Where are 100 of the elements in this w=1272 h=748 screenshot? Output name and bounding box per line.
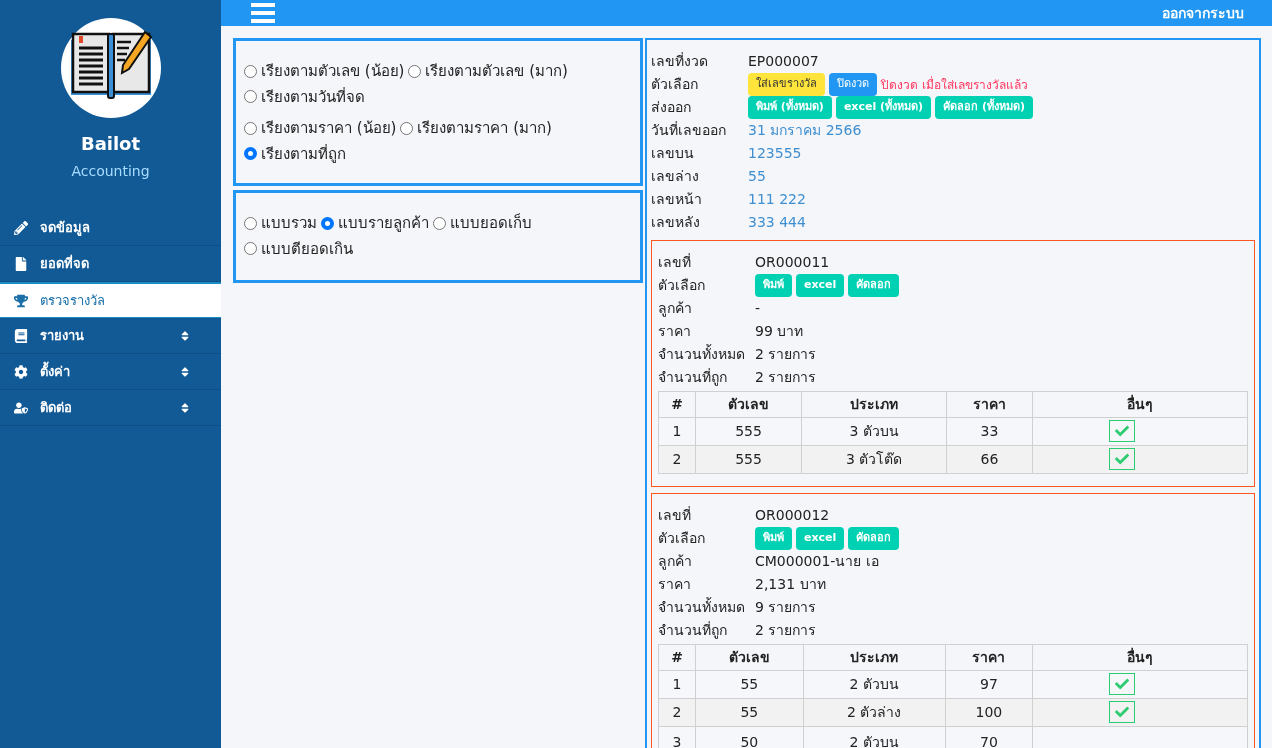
- user-icon: [14, 400, 28, 415]
- radio-button[interactable]: [400, 121, 414, 135]
- prize-value: 31 มกราคม 2566: [748, 121, 862, 140]
- check-icon: [1109, 447, 1135, 470]
- table-cell: 97: [945, 670, 1033, 699]
- field-label: ลูกค้า: [658, 299, 693, 319]
- pencil-icon: [14, 220, 28, 235]
- column-header: ประเภท: [803, 644, 946, 671]
- radio-button[interactable]: [244, 64, 257, 78]
- radio-label[interactable]: แบบรายลูกค้า: [338, 211, 429, 235]
- field-label: ตัวเลือก: [658, 529, 706, 548]
- field-value: OR000011: [755, 253, 830, 272]
- field-label: ราคา: [658, 575, 692, 594]
- field-value: -: [755, 299, 761, 318]
- field-label: ตัวเลือก: [651, 75, 699, 94]
- field-value: 2 รายการ: [755, 368, 817, 387]
- sort-icon: [179, 401, 191, 414]
- field-label: จำนวนทั้งหมด: [658, 344, 746, 364]
- check-icon: [1109, 700, 1135, 723]
- table-cell: 1: [658, 417, 696, 446]
- field-label: ลูกค้า: [658, 552, 693, 572]
- period-note: ปิดงวด เมื่อใส่เลขรางวัลแล้ว: [881, 75, 1028, 94]
- prize-value: 333 444: [748, 213, 806, 232]
- radio-label[interactable]: เรียงตามตัวเลข (มาก): [425, 59, 568, 83]
- field-label: วันที่เลขออก: [651, 120, 727, 140]
- radio-label[interactable]: เรียงตามที่ถูก: [261, 141, 346, 166]
- field-value: 2 รายการ: [755, 621, 817, 640]
- column-header: ราคา: [945, 644, 1033, 671]
- column-header: อื่นๆ: [1032, 391, 1248, 418]
- column-header: #: [658, 391, 696, 418]
- field-label: จำนวนทั้งหมด: [658, 597, 746, 617]
- brand-name: Bailot: [80, 132, 141, 156]
- table-cell: 100: [945, 698, 1033, 727]
- table-cell: 55: [695, 670, 804, 699]
- field-value: OR000012: [755, 506, 830, 525]
- field-value: 2,131 บาท: [755, 575, 826, 594]
- book-icon: [14, 328, 28, 343]
- table-cell: 2: [658, 445, 696, 474]
- table-cell: 66: [946, 445, 1033, 474]
- sidebar-item[interactable]: ตรวจรางวัล: [0, 282, 221, 318]
- radio-label[interactable]: เรียงตามราคา (น้อย): [261, 116, 397, 140]
- radio-label[interactable]: เรียงตามราคา (มาก): [417, 116, 552, 140]
- radio-button[interactable]: [244, 147, 257, 160]
- radio-label[interactable]: แบบรวม: [261, 211, 317, 235]
- field-label: เลขที่งวด: [651, 51, 709, 71]
- field-value: 9 รายการ: [755, 598, 817, 617]
- column-header: อื่นๆ: [1032, 644, 1248, 671]
- field-label: เลขที่: [658, 505, 692, 525]
- field-label: ตัวเลือก: [658, 276, 706, 295]
- radio-button[interactable]: [408, 64, 422, 78]
- column-header: #: [658, 644, 696, 671]
- radio-button[interactable]: [321, 216, 334, 230]
- radio-button[interactable]: [433, 216, 446, 230]
- period-action-button[interactable]: ใส่เลขรางวัล: [748, 73, 825, 96]
- gear-icon: [14, 364, 28, 379]
- column-header: ตัวเลข: [695, 391, 802, 418]
- table-cell: 3: [658, 726, 696, 748]
- radio-label[interactable]: แบบตียอดเกิน: [261, 236, 353, 261]
- table-cell: 2: [658, 698, 696, 727]
- sidebar-item[interactable]: ติดต่อ: [0, 390, 221, 426]
- table-cell: 555: [695, 445, 802, 474]
- radio-button[interactable]: [244, 242, 257, 255]
- field-label: ราคา: [658, 322, 692, 341]
- document-icon: [14, 256, 28, 271]
- field-label: เลขบน: [651, 144, 695, 163]
- menu-icon[interactable]: [251, 3, 275, 23]
- table-cell: 55: [695, 698, 804, 727]
- field-label: เลขล่าง: [651, 167, 700, 186]
- radio-button[interactable]: [244, 216, 257, 230]
- sidebar-item[interactable]: ตั้งค่า: [0, 354, 221, 390]
- column-header: ราคา: [946, 391, 1033, 418]
- prize-value: 111 222: [748, 190, 806, 209]
- radio-label[interactable]: เรียงตามวันที่จด: [261, 84, 365, 109]
- brand-subtitle: Accounting: [71, 162, 150, 181]
- trophy-icon: [14, 293, 28, 308]
- sort-icon: [179, 365, 191, 378]
- radio-label[interactable]: แบบยอดเก็บ: [450, 211, 532, 235]
- field-label: เลขหลัง: [651, 213, 701, 232]
- prize-value: 123555: [748, 144, 802, 163]
- field-label: เลขที่: [658, 252, 692, 272]
- sidebar-item[interactable]: จดข้อมูล: [0, 210, 221, 246]
- column-header: ประเภท: [801, 391, 947, 418]
- field-value: 99 บาท: [755, 322, 804, 341]
- field-label: ส่งออก: [651, 98, 692, 117]
- sidebar-item[interactable]: รายงาน: [0, 318, 221, 354]
- radio-button[interactable]: [244, 121, 257, 135]
- table-cell: 2 ตัวล่าง: [803, 698, 946, 727]
- radio-button[interactable]: [244, 90, 257, 103]
- table-cell: 33: [946, 417, 1033, 446]
- table-cell: 3 ตัวบน: [801, 417, 947, 446]
- field-label: จำนวนที่ถูก: [658, 620, 728, 641]
- table-cell: 1: [658, 670, 696, 699]
- check-icon: [1109, 672, 1135, 695]
- table-cell: 555: [695, 417, 802, 446]
- table-cell: 2 ตัวบน: [803, 670, 946, 699]
- prize-value: 55: [748, 167, 766, 186]
- sort-icon: [179, 329, 191, 342]
- field-label: จำนวนที่ถูก: [658, 367, 728, 388]
- check-icon: [1109, 419, 1135, 442]
- radio-label[interactable]: เรียงตามตัวเลข (น้อย): [261, 59, 405, 83]
